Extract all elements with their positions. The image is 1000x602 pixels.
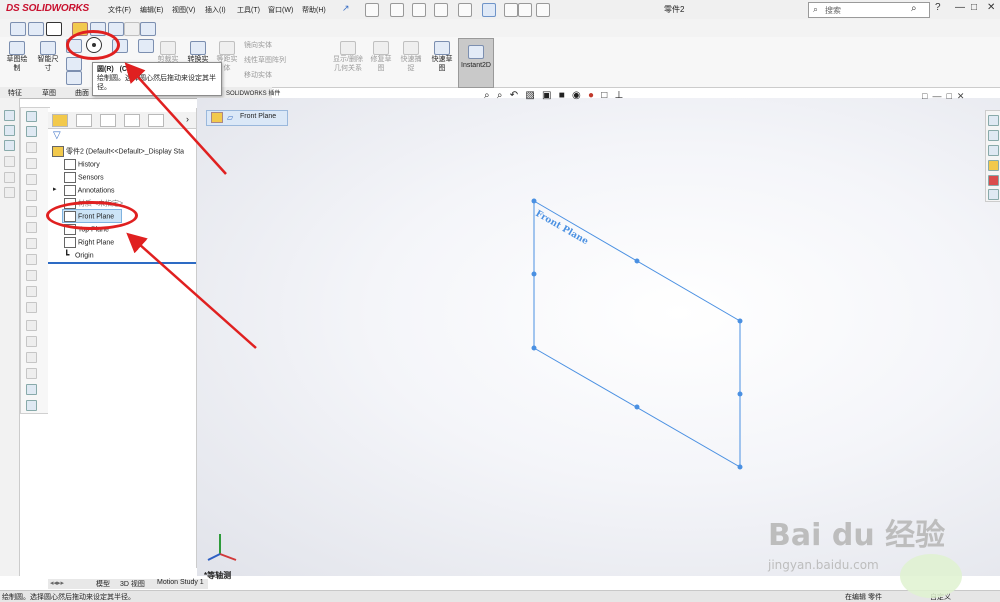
arrow-to-circle-tool: [124, 62, 227, 175]
baidu-watermark-url: jingyan.baidu.com: [768, 558, 879, 572]
baidu-watermark: Bai du 经验: [768, 518, 946, 553]
arrow-to-front-plane: [126, 232, 257, 349]
watermark-mascot: [900, 554, 962, 598]
